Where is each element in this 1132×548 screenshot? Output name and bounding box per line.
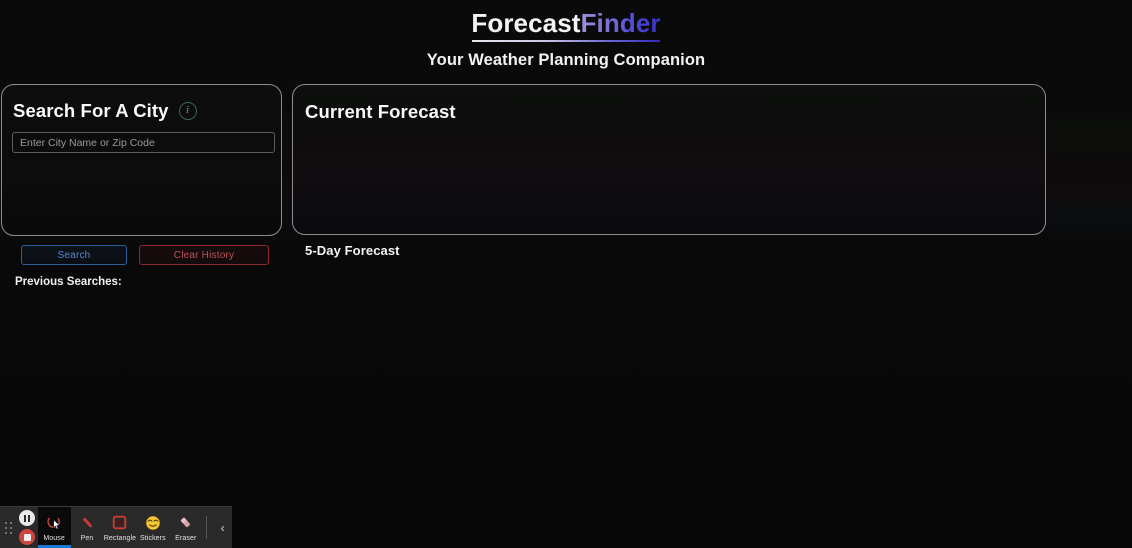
toolbar-divider (206, 516, 208, 539)
five-day-forecast-title: 5-Day Forecast (305, 243, 400, 258)
collapse-toolbar-button[interactable]: ‹ (213, 507, 232, 548)
tool-stickers-label: Stickers (140, 534, 166, 542)
pause-icon (24, 514, 31, 522)
eraser-icon (177, 514, 195, 532)
search-panel-title: Search For A City (13, 100, 169, 121)
tool-rectangle-label: Rectangle (103, 534, 137, 542)
tool-stickers[interactable]: Stickers (136, 507, 169, 548)
tool-mouse-label: Mouse (43, 534, 65, 542)
tool-eraser[interactable]: Eraser (169, 507, 202, 548)
page-header: ForecastFinder Your Weather Planning Com… (0, 0, 1132, 70)
pen-icon (78, 514, 96, 532)
app-title-second: Finder (580, 8, 661, 38)
current-forecast-panel: Current Forecast (292, 84, 1046, 235)
tool-mouse[interactable]: Mouse (37, 507, 71, 548)
info-icon[interactable]: i (178, 102, 197, 120)
tool-rectangle[interactable]: Rectangle (103, 507, 136, 548)
city-search-input[interactable] (12, 132, 275, 153)
tool-eraser-label: Eraser (175, 534, 197, 542)
drag-handle-dots-icon (4, 521, 12, 534)
sticker-smiley-icon (144, 514, 162, 532)
stop-recording-button[interactable] (19, 529, 36, 545)
current-forecast-title: Current Forecast (305, 101, 456, 122)
app-title: ForecastFinder (471, 8, 661, 42)
rectangle-icon (111, 514, 129, 532)
app-title-first: Forecast (471, 8, 581, 38)
toolbar-drag-handle[interactable] (0, 507, 17, 548)
current-forecast-content (305, 133, 1033, 224)
search-panel: Search For A City i Search Clear History… (1, 84, 282, 288)
tool-pen-label: Pen (80, 534, 94, 542)
stop-icon (23, 533, 31, 541)
tool-pen[interactable]: Pen (71, 507, 104, 548)
previous-searches-label: Previous Searches: (15, 276, 122, 288)
pause-recording-button[interactable] (19, 510, 36, 526)
mouse-cursor-icon (45, 514, 63, 532)
app-subtitle: Your Weather Planning Companion (426, 50, 706, 69)
search-button[interactable]: Search (21, 245, 127, 265)
clear-history-button[interactable]: Clear History (139, 245, 269, 265)
recording-controls (17, 507, 38, 548)
search-panel-heading-row: Search For A City i (13, 100, 197, 122)
title-underline (472, 39, 660, 42)
screen-recorder-toolbar: Mouse Pen Rectangle Stickers Eraser ‹ (0, 506, 232, 548)
search-panel-buttons: Search Clear History (21, 245, 269, 265)
five-day-forecast-content (292, 266, 1046, 306)
